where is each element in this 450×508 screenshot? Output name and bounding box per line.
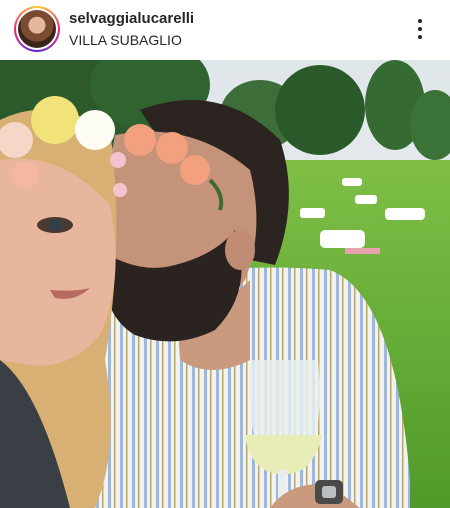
more-options-button[interactable] (410, 14, 430, 44)
avatar-image (18, 10, 56, 48)
more-dot (418, 35, 422, 39)
username[interactable]: selvaggialucarelli (69, 10, 194, 28)
more-dot (418, 27, 422, 31)
post-header: selvaggialucarelli VILLA SUBAGLIO (0, 0, 450, 60)
photo-illustration (0, 60, 450, 508)
post-author-info: selvaggialucarelli VILLA SUBAGLIO (69, 10, 194, 49)
post-photo[interactable] (0, 60, 450, 508)
location[interactable]: VILLA SUBAGLIO (69, 31, 194, 49)
avatar-border (16, 8, 58, 50)
more-vertical-icon (418, 19, 422, 23)
avatar[interactable] (14, 6, 60, 52)
